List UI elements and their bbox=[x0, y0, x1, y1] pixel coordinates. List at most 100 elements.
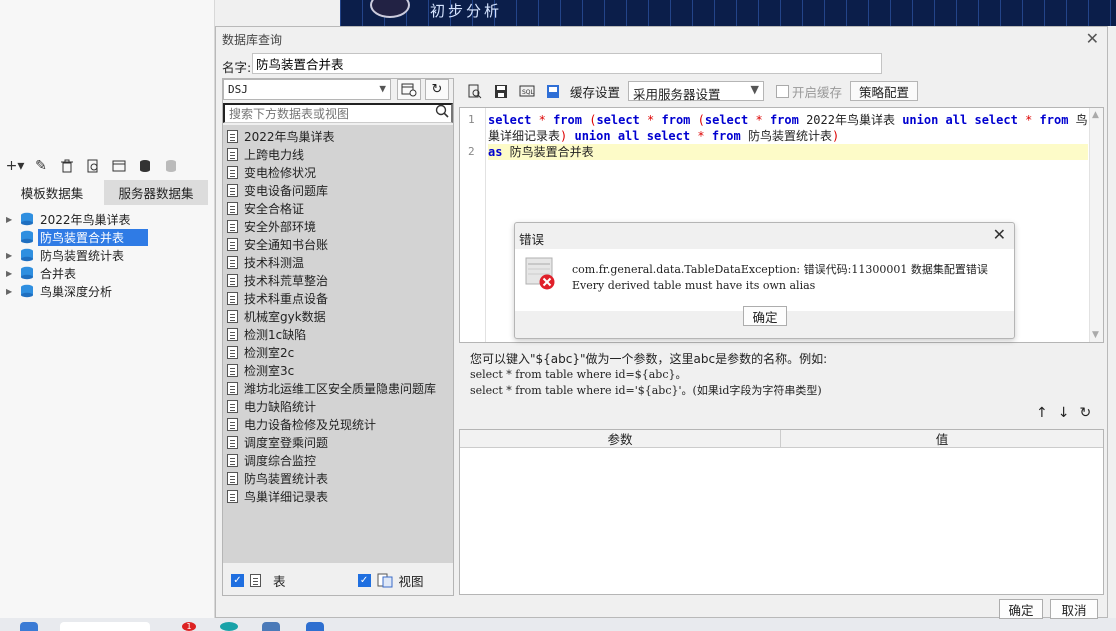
table-item-label: 上跨电力线 bbox=[244, 147, 305, 162]
table-item[interactable]: 鸟巢详细记录表 bbox=[223, 487, 453, 505]
table-icon bbox=[227, 165, 238, 179]
table-item[interactable]: 技术科荒草整治 bbox=[223, 271, 453, 289]
notification-badge: 1 bbox=[182, 622, 196, 631]
param-column-header[interactable]: 参数 bbox=[460, 430, 781, 447]
show-views-label: 视图 bbox=[398, 573, 424, 589]
table-icon bbox=[227, 237, 238, 251]
table-item[interactable]: 2022年鸟巢详表 bbox=[223, 127, 453, 145]
show-views-checkbox[interactable]: ✓ bbox=[357, 573, 371, 587]
move-up-icon[interactable]: ↑ bbox=[1036, 405, 1048, 421]
table-item[interactable]: 检测室2c bbox=[223, 343, 453, 361]
table-item[interactable]: 检测室3c bbox=[223, 361, 453, 379]
scroll-down-icon[interactable]: ▼ bbox=[1092, 330, 1099, 340]
connection-select[interactable]: DSJ ▼ bbox=[223, 79, 391, 100]
table-item[interactable]: 电力设备检修及兑现统计 bbox=[223, 415, 453, 433]
tree-item[interactable]: ▶ 2022年鸟巢详表 bbox=[0, 210, 208, 228]
cache-mode-select[interactable]: 采用服务器设置 ▼ bbox=[628, 81, 765, 102]
add-dataset-icon[interactable]: +▾ bbox=[6, 157, 25, 175]
expand-arrow-icon[interactable]: ▶ bbox=[6, 215, 20, 224]
expand-arrow-icon[interactable]: ▶ bbox=[6, 251, 20, 260]
enable-cache-checkbox[interactable] bbox=[776, 84, 790, 98]
preview-icon[interactable] bbox=[84, 157, 102, 175]
table-item[interactable]: 潍坊北运维工区安全质量隐患问题库 bbox=[223, 379, 453, 397]
preview-icon[interactable] bbox=[466, 82, 484, 100]
table-item[interactable]: 变电设备问题库 bbox=[223, 181, 453, 199]
table-item-label: 变电检修状况 bbox=[244, 165, 317, 180]
table-item[interactable]: 检测1c缺陷 bbox=[223, 325, 453, 343]
table-item[interactable]: 防鸟装置统计表 bbox=[223, 469, 453, 487]
ok-button[interactable]: 确定 bbox=[999, 599, 1043, 619]
taskbar-app-icon[interactable] bbox=[306, 622, 324, 631]
database-settings-icon[interactable] bbox=[136, 157, 154, 175]
tab-template-datasets[interactable]: 模板数据集 bbox=[0, 180, 104, 205]
tree-item[interactable]: ▶ 鸟巢深度分析 bbox=[0, 282, 208, 300]
value-column-header[interactable]: 值 bbox=[781, 430, 1103, 447]
show-tables-checkbox[interactable]: ✓ bbox=[231, 573, 244, 587]
close-icon[interactable]: ✕ bbox=[993, 225, 1006, 244]
tree-item[interactable]: ▶ 合并表 bbox=[0, 264, 208, 282]
tab-server-datasets[interactable]: 服务器数据集 bbox=[104, 180, 208, 205]
editor-scrollbar[interactable]: ▲ ▼ bbox=[1089, 108, 1103, 342]
search-icon[interactable] bbox=[435, 104, 449, 122]
table-icon bbox=[227, 363, 238, 377]
error-dialog: 错误 ✕ com.fr.general.data.TableDataExcept… bbox=[514, 222, 1015, 339]
sql-code[interactable]: select * from (select * from (select * f… bbox=[488, 112, 1088, 160]
taskbar-app-icon[interactable] bbox=[262, 622, 280, 631]
table-item[interactable]: 调度综合监控 bbox=[223, 451, 453, 469]
table-item[interactable]: 变电检修状况 bbox=[223, 163, 453, 181]
taskbar: 1 bbox=[0, 618, 1116, 631]
table-item-label: 2022年鸟巢详表 bbox=[244, 129, 335, 144]
sql-toolbar: SQL 缓存设置 采用服务器设置 ▼ 开启缓存 策略配置 bbox=[462, 79, 1102, 103]
table-item[interactable]: 机械室gyk数据 bbox=[223, 307, 453, 325]
edit-connection-button[interactable] bbox=[397, 79, 421, 100]
edit-icon[interactable]: ✎ bbox=[32, 157, 50, 175]
start-button[interactable] bbox=[20, 622, 38, 631]
tree-item-selected[interactable]: 防鸟装置合并表 bbox=[0, 228, 208, 246]
table-item[interactable]: 安全通知书台账 bbox=[223, 235, 453, 253]
database-icon bbox=[21, 230, 33, 244]
table-item[interactable]: 技术科重点设备 bbox=[223, 289, 453, 307]
close-icon[interactable]: ✕ bbox=[1086, 29, 1099, 48]
dataset-toolbar: +▾ ✎ bbox=[0, 152, 208, 180]
table-search-input[interactable] bbox=[223, 103, 453, 123]
table-item[interactable]: 安全合格证 bbox=[223, 199, 453, 217]
strategy-config-button[interactable]: 策略配置 bbox=[850, 81, 919, 101]
table-item[interactable]: 上跨电力线 bbox=[223, 145, 453, 163]
name-input[interactable] bbox=[252, 53, 882, 74]
cache-settings-label: 缓存设置 bbox=[570, 84, 621, 100]
table-item[interactable]: 调度室登乘问题 bbox=[223, 433, 453, 451]
error-dialog-body: com.fr.general.data.TableDataException: … bbox=[515, 249, 1014, 311]
cancel-button[interactable]: 取消 bbox=[1050, 599, 1098, 619]
error-ok-button[interactable]: 确定 bbox=[743, 306, 787, 326]
table-item[interactable]: 安全外部环境 bbox=[223, 217, 453, 235]
database-icon bbox=[21, 248, 33, 262]
table-item-label: 安全合格证 bbox=[244, 201, 305, 216]
taskbar-app-icon[interactable] bbox=[220, 622, 238, 631]
sql-format-icon[interactable]: SQL bbox=[518, 82, 536, 100]
line-number: 1 bbox=[468, 113, 475, 126]
parameter-table: 参数 值 bbox=[459, 429, 1104, 595]
sql-line-1a: select * from (select * from (select * f… bbox=[488, 113, 1088, 127]
background-dashboard-strip: 初步分析 bbox=[340, 0, 1116, 26]
move-down-icon[interactable]: ↓ bbox=[1058, 405, 1070, 421]
database-icon bbox=[21, 284, 33, 298]
table-icon bbox=[227, 345, 238, 359]
table-item[interactable]: 电力缺陷统计 bbox=[223, 397, 453, 415]
refresh-button[interactable]: ↻ bbox=[425, 79, 449, 100]
tree-item[interactable]: ▶ 防鸟装置统计表 bbox=[0, 246, 208, 264]
table-search-icon[interactable] bbox=[110, 157, 128, 175]
table-item[interactable]: 技术科测温 bbox=[223, 253, 453, 271]
scroll-up-icon[interactable]: ▲ bbox=[1092, 110, 1099, 120]
svg-text:SQL: SQL bbox=[522, 89, 535, 96]
save-icon[interactable] bbox=[492, 82, 510, 100]
taskbar-search[interactable] bbox=[60, 622, 150, 631]
enable-cache-toggle[interactable]: 开启缓存 bbox=[776, 82, 842, 101]
refresh-parameters-icon[interactable]: ↻ bbox=[1079, 405, 1091, 421]
delete-icon[interactable] bbox=[58, 157, 76, 175]
cache-icon[interactable] bbox=[544, 82, 562, 100]
line-number-gutter: 1 2 bbox=[460, 108, 486, 342]
error-message: com.fr.general.data.TableDataException: … bbox=[572, 263, 988, 276]
enable-cache-label: 开启缓存 bbox=[792, 84, 843, 100]
expand-arrow-icon[interactable]: ▶ bbox=[6, 287, 20, 296]
expand-arrow-icon[interactable]: ▶ bbox=[6, 269, 20, 278]
